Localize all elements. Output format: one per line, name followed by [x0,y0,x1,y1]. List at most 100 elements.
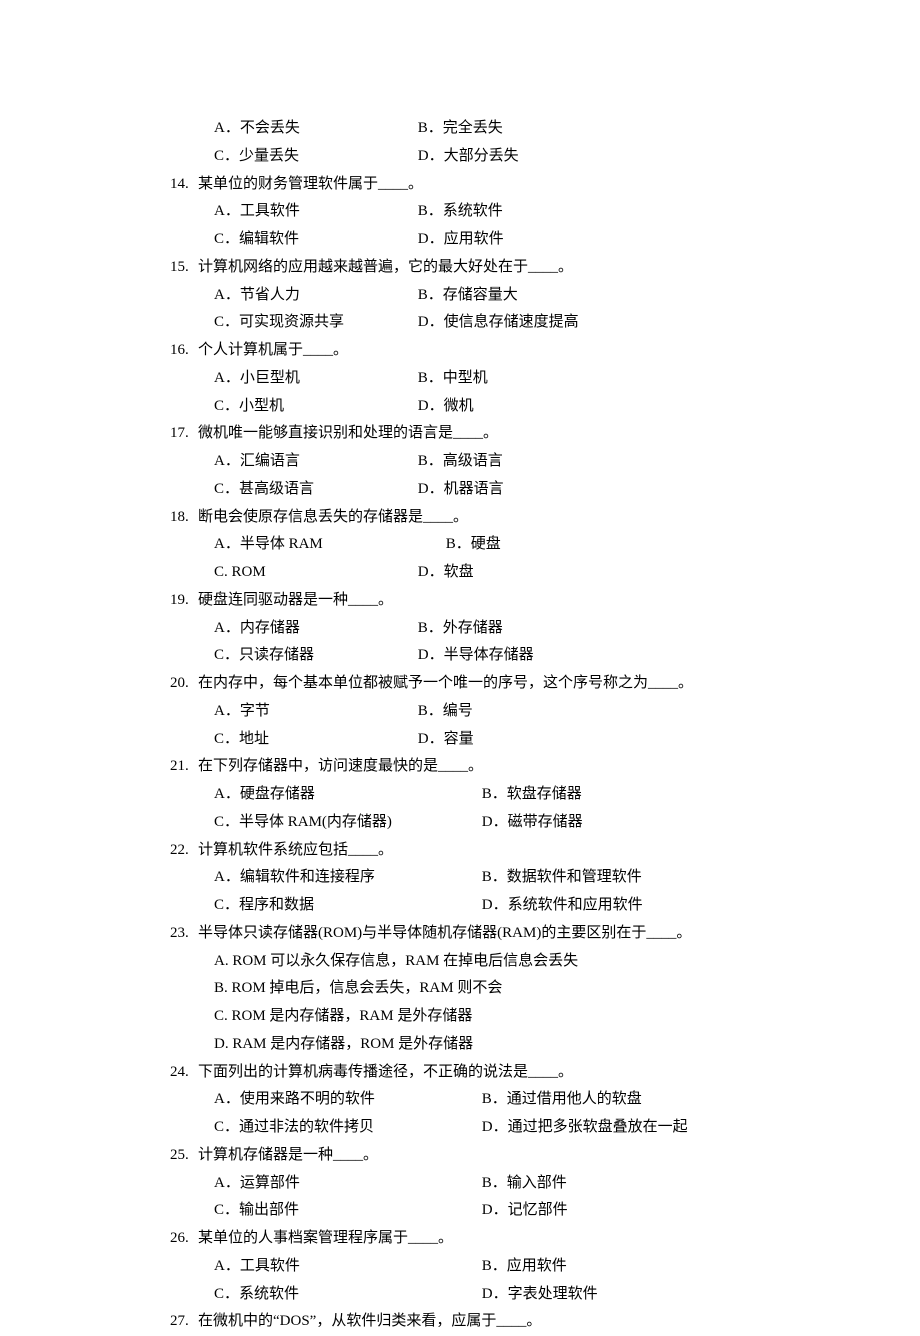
q14-option-a: A．工具软件 [214,198,414,226]
q25-options-row-1: A．运算部件 B．输入部件 [170,1170,750,1198]
q20-option-d: D．容量 [418,726,474,754]
q24-option-d: D．通过把多张软盘叠放在一起 [482,1114,688,1142]
q13-options-row-1: A．不会丢失 B．完全丢失 [170,115,750,143]
q20-options-row-1: A．字节 B．编号 [170,698,750,726]
blank: ____ [438,758,468,774]
q20-option-c: C．地址 [214,726,414,754]
q21-option-d: D．磁带存储器 [482,809,583,837]
q15-text: 计算机网络的应用越来越普遍，它的最大好处在于 [198,259,528,275]
q18-options-row-2: C. ROM D．软盘 [170,559,750,587]
document-page: A．不会丢失 B．完全丢失 C．少量丢失 D．大部分丢失 14.某单位的财务管理… [0,0,920,1336]
period: 。 [438,1230,453,1246]
q18-option-c: C. ROM [214,559,414,587]
blank: ____ [646,925,676,941]
q25-number: 25. [170,1142,198,1170]
q27-number: 27. [170,1308,198,1336]
blank: ____ [496,1313,526,1329]
period: 。 [408,176,423,192]
q17-options-row-1: A．汇编语言 B．高级语言 [170,448,750,476]
q19-options-row-1: A．内存储器 B．外存储器 [170,615,750,643]
q23-option-c: C. ROM 是内存储器，RAM 是外存储器 [170,1003,750,1031]
q18-number: 18. [170,504,198,532]
period: 。 [453,509,468,525]
q23-text: 半导体只读存储器(ROM)与半导体随机存储器(RAM)的主要区别在于 [198,925,646,941]
q27-stem: 27.在微机中的“DOS”，从软件归类来看，应属于____。 [170,1308,750,1336]
q21-option-a: A．硬盘存储器 [214,781,478,809]
q24-options-row-2: C．通过非法的软件拷贝 D．通过把多张软盘叠放在一起 [170,1114,750,1142]
q25-option-d: D．记忆部件 [482,1197,568,1225]
q16-options-row-1: A．小巨型机 B．中型机 [170,365,750,393]
q26-text: 某单位的人事档案管理程序属于 [198,1230,408,1246]
q25-text: 计算机存储器是一种 [198,1147,333,1163]
q19-option-d: D．半导体存储器 [418,642,534,670]
q26-options-row-2: C．系统软件 D．字表处理软件 [170,1281,750,1309]
blank: ____ [423,509,453,525]
q19-option-c: C．只读存储器 [214,642,414,670]
blank: ____ [408,1230,438,1246]
q18-options-row-1: A．半导体 RAM B．硬盘 [170,531,750,559]
q26-number: 26. [170,1225,198,1253]
q20-text: 在内存中，每个基本单位都被赋予一个唯一的序号，这个序号称之为 [198,675,648,691]
q22-option-a: A．编辑软件和连接程序 [214,864,478,892]
q25-option-b: B．输入部件 [482,1170,567,1198]
q16-option-a: A．小巨型机 [214,365,414,393]
q18-option-d: D．软盘 [418,559,474,587]
q24-option-c: C．通过非法的软件拷贝 [214,1114,478,1142]
q14-option-b: B．系统软件 [418,198,503,226]
q17-text: 微机唯一能够直接识别和处理的语言是 [198,425,453,441]
q20-option-a: A．字节 [214,698,414,726]
blank: ____ [648,675,678,691]
q25-options-row-2: C．输出部件 D．记忆部件 [170,1197,750,1225]
q19-option-a: A．内存储器 [214,615,414,643]
period: 。 [363,1147,378,1163]
q25-stem: 25.计算机存储器是一种____。 [170,1142,750,1170]
q19-option-b: B．外存储器 [418,615,503,643]
period: 。 [378,842,393,858]
q16-options-row-2: C．小型机 D．微机 [170,393,750,421]
q17-stem: 17.微机唯一能够直接识别和处理的语言是____。 [170,420,750,448]
q24-text: 下面列出的计算机病毒传播途径，不正确的说法是 [198,1064,528,1080]
q24-options-row-1: A．使用来路不明的软件 B．通过借用他人的软盘 [170,1086,750,1114]
q13-option-b: B．完全丢失 [418,115,503,143]
q14-option-d: D．应用软件 [418,226,504,254]
q17-option-a: A．汇编语言 [214,448,414,476]
q15-option-c: C．可实现资源共享 [214,309,414,337]
period: 。 [483,425,498,441]
q24-option-a: A．使用来路不明的软件 [214,1086,478,1114]
q14-option-c: C．编辑软件 [214,226,414,254]
q19-options-row-2: C．只读存储器 D．半导体存储器 [170,642,750,670]
blank: ____ [378,176,408,192]
q24-number: 24. [170,1059,198,1087]
q16-stem: 16.个人计算机属于____。 [170,337,750,365]
q26-option-d: D．字表处理软件 [482,1281,598,1309]
q21-text: 在下列存储器中，访问速度最快的是 [198,758,438,774]
q23-option-b: B. ROM 掉电后，信息会丢失，RAM 则不会 [170,975,750,1003]
q17-option-d: D．机器语言 [418,476,504,504]
period: 。 [526,1313,541,1329]
period: 。 [558,1064,573,1080]
q14-text: 某单位的财务管理软件属于 [198,176,378,192]
blank: ____ [348,842,378,858]
q15-option-a: A．节省人力 [214,282,414,310]
q16-number: 16. [170,337,198,365]
period: 。 [558,259,573,275]
q22-options-row-1: A．编辑软件和连接程序 B．数据软件和管理软件 [170,864,750,892]
q15-option-d: D．使信息存储速度提高 [418,309,579,337]
period: 。 [468,758,483,774]
q27-text: 在微机中的“DOS”，从软件归类来看，应属于 [198,1313,496,1329]
q23-option-a: A. ROM 可以永久保存信息，RAM 在掉电后信息会丢失 [170,948,750,976]
q13-option-d: D．大部分丢失 [418,143,519,171]
q14-options-row-1: A．工具软件 B．系统软件 [170,198,750,226]
q16-option-b: B．中型机 [418,365,488,393]
q21-option-c: C．半导体 RAM(内存储器) [214,809,478,837]
q23-number: 23. [170,920,198,948]
q25-option-c: C．输出部件 [214,1197,478,1225]
q17-option-c: C．甚高级语言 [214,476,414,504]
q22-option-d: D．系统软件和应用软件 [482,892,643,920]
q15-options-row-1: A．节省人力 B．存储容量大 [170,282,750,310]
q16-option-c: C．小型机 [214,393,414,421]
blank: ____ [303,342,333,358]
q21-option-b: B．软盘存储器 [482,781,582,809]
q15-stem: 15.计算机网络的应用越来越普遍，它的最大好处在于____。 [170,254,750,282]
period: 。 [676,925,691,941]
